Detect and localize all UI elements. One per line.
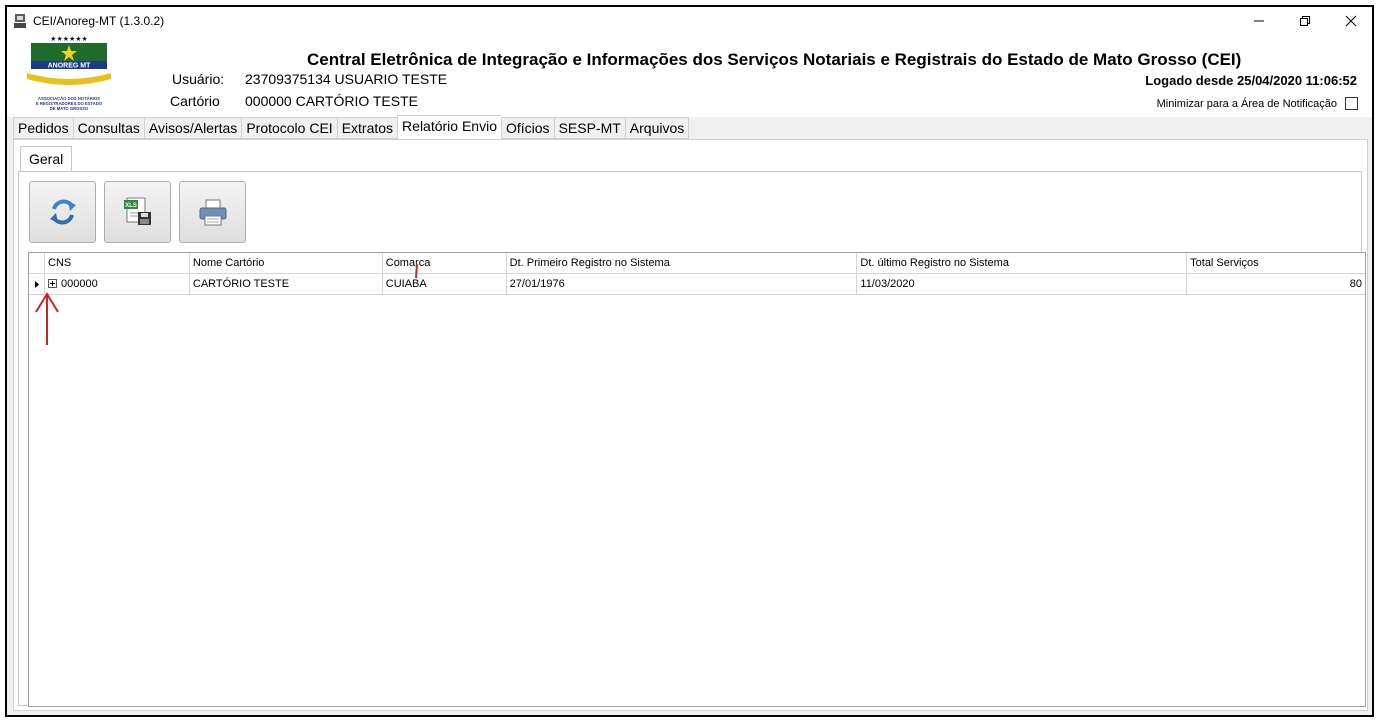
page-title: Central Eletrônica de Integração e Infor… (307, 50, 1242, 69)
app-icon (14, 14, 26, 28)
restore-icon (1300, 16, 1310, 26)
minimize-button[interactable] (1236, 7, 1282, 35)
export-xls-button[interactable]: XLS (104, 181, 171, 243)
tab-geral[interactable]: Geral (20, 146, 73, 172)
restore-button[interactable] (1282, 7, 1328, 35)
minimize-to-tray-option[interactable]: Minimizar para a Área de Notificação (1157, 97, 1358, 110)
cartorio-label: Cartório (170, 93, 220, 109)
column-header-dt-primeiro-registro[interactable]: Dt. Primeiro Registro no Sistema (507, 253, 858, 274)
cell-comarca[interactable]: CUIABA (383, 274, 507, 295)
header: ★★★★★★ ANOREG MT ASSOCIAÇÃO DOS NOTÁRIOS… (7, 35, 1372, 117)
app-window: CEI/Anoreg-MT (1.3.0.2) ★★★★★★ ANOREG MT… (5, 5, 1374, 717)
geral-page: XLS CNS Nome Cartório Comarca Dt. Primei… (18, 171, 1366, 707)
minimize-icon (1254, 20, 1264, 22)
column-header-comarca[interactable]: Comarca (383, 253, 507, 274)
main-tabs: Pedidos Consultas Avisos/Alertas Protoco… (13, 115, 690, 139)
cell-dt-ultimo-registro[interactable]: 11/03/2020 (857, 274, 1188, 295)
tab-relatorio-envio[interactable]: Relatório Envio (397, 115, 501, 139)
tab-sesp-mt[interactable]: SESP-MT (553, 117, 625, 139)
column-header-total-servicos[interactable]: Total Serviços (1187, 253, 1365, 274)
window-title: CEI/Anoreg-MT (1.3.0.2) (33, 14, 165, 28)
cell-nome-cartorio[interactable]: CARTÓRIO TESTE (190, 274, 383, 295)
anoreg-logo: ★★★★★★ ANOREG MT ASSOCIAÇÃO DOS NOTÁRIOS… (27, 35, 111, 111)
logged-since: Logado desde 25/04/2020 11:06:52 (1145, 73, 1357, 88)
svg-text:★★★★★★: ★★★★★★ (50, 35, 88, 43)
report-grid: CNS Nome Cartório Comarca Dt. Primeiro R… (28, 252, 1366, 707)
tab-pedidos[interactable]: Pedidos (13, 117, 73, 139)
cartorio-value: 000000 CARTÓRIO TESTE (245, 93, 418, 109)
cell-cns[interactable]: 000000 (45, 274, 190, 295)
refresh-icon (49, 199, 76, 225)
cell-dt-primeiro-registro[interactable]: 27/01/1976 (507, 274, 858, 295)
xls-export-icon: XLS (123, 197, 151, 225)
column-header-dt-ultimo-registro[interactable]: Dt. último Registro no Sistema (857, 253, 1188, 274)
tab-extratos[interactable]: Extratos (336, 117, 398, 139)
title-bar: CEI/Anoreg-MT (1.3.0.2) (7, 7, 1372, 35)
svg-text:XLS: XLS (125, 203, 137, 209)
table-row[interactable]: 000000 CARTÓRIO TESTE CUIABA 27/01/1976 … (29, 274, 1365, 295)
tab-oficios[interactable]: Ofícios (500, 117, 554, 139)
svg-text:DE MATO GROSSO: DE MATO GROSSO (50, 106, 89, 111)
usuario-label: Usuário: (172, 71, 225, 87)
close-button[interactable] (1328, 7, 1372, 35)
row-header-corner (29, 253, 45, 273)
refresh-button[interactable] (29, 181, 96, 243)
annotation-arrow-icon (35, 292, 59, 345)
usuario-value: 23709375134 USUARIO TESTE (245, 71, 448, 87)
cns-value: 000000 (61, 278, 98, 290)
tab-protocolo-cei[interactable]: Protocolo CEI (241, 117, 337, 139)
column-header-cns[interactable]: CNS (45, 253, 190, 274)
minimize-to-tray-label: Minimizar para a Área de Notificação (1156, 97, 1337, 110)
logo-title: ANOREG MT (48, 63, 92, 70)
cell-total-servicos[interactable]: 80 (1187, 274, 1365, 295)
minimize-to-tray-checkbox[interactable] (1345, 97, 1358, 110)
printer-icon (199, 199, 226, 226)
close-icon (1345, 15, 1357, 27)
grid-header-row: CNS Nome Cartório Comarca Dt. Primeiro R… (29, 253, 1365, 274)
column-header-nome-cartorio[interactable]: Nome Cartório (190, 253, 383, 274)
annotation-mark-icon (415, 263, 418, 279)
tab-consultas[interactable]: Consultas (72, 117, 144, 139)
tab-arquivos[interactable]: Arquivos (624, 117, 690, 139)
expand-row-icon[interactable] (48, 278, 57, 288)
print-button[interactable] (179, 181, 246, 243)
relatorio-envio-page: Geral XLS CNS Nome Cartório Comarca Dt. … (13, 139, 1368, 711)
tab-avisos-alertas[interactable]: Avisos/Alertas (143, 117, 242, 139)
